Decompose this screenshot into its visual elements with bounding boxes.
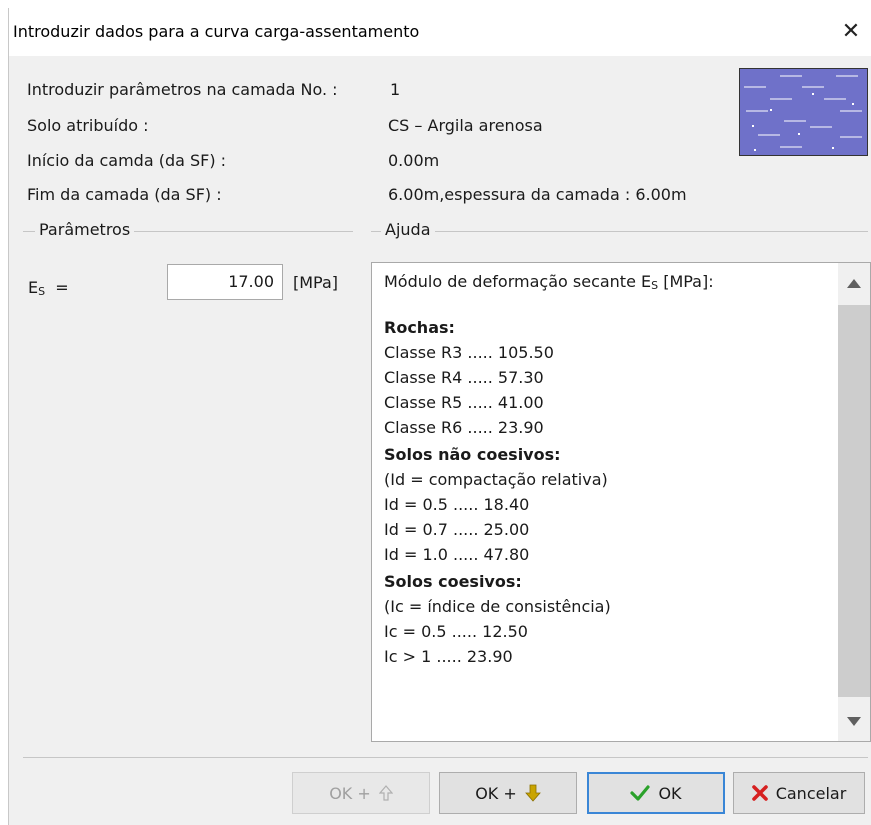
es-input[interactable]: 17.00	[167, 264, 283, 300]
scroll-up-arrow-icon[interactable]	[838, 265, 870, 301]
arrow-down-icon	[524, 784, 541, 802]
es-label: ES =	[28, 278, 69, 298]
help-group-line	[371, 231, 868, 232]
cancel-x-icon	[751, 785, 768, 801]
params-group-title: Parâmetros	[35, 220, 135, 239]
ok-button[interactable]: OK	[587, 772, 725, 814]
checkmark-icon	[630, 785, 651, 801]
help-coes-title: Solos coesivos:	[384, 572, 522, 591]
ok-plus-up-label: OK +	[329, 783, 371, 803]
help-rochas-item: Classe R3 ..... 105.50	[384, 343, 554, 362]
help-coes-item: Ic = 0.5 ..... 12.50	[384, 622, 528, 641]
soil-value: CS – Argila arenosa	[388, 116, 543, 135]
cancel-label: Cancelar	[775, 783, 847, 803]
arrow-up-icon	[378, 785, 393, 801]
help-coes-note: (Ic = índice de consistência)	[384, 597, 611, 616]
help-ncoes-item: Id = 0.7 ..... 25.00	[384, 520, 530, 539]
help-rochas-item: Classe R6 ..... 23.90	[384, 418, 544, 437]
ok-plus-down-button[interactable]: OK +	[439, 772, 577, 814]
cancel-button[interactable]: Cancelar	[733, 772, 865, 814]
help-content: Módulo de deformação secante ES [MPa]: R…	[384, 269, 824, 669]
help-ncoes-item: Id = 1.0 ..... 47.80	[384, 545, 530, 564]
start-label: Início da camda (da SF) :	[27, 151, 227, 170]
help-ncoes-item: Id = 0.5 ..... 18.40	[384, 495, 530, 514]
help-textbox[interactable]: Módulo de deformação secante ES [MPa]: R…	[371, 262, 871, 742]
ok-plus-down-label: OK +	[475, 783, 517, 803]
scroll-thumb[interactable]	[838, 305, 870, 697]
help-rochas-item: Classe R5 ..... 41.00	[384, 393, 544, 412]
help-coes-item: Ic > 1 ..... 23.90	[384, 647, 513, 666]
title-bar: Introduzir dados para a curva carga-asse…	[9, 8, 871, 56]
close-icon[interactable]: ✕	[834, 14, 868, 48]
soil-label: Solo atribuído :	[27, 116, 149, 135]
es-unit: [MPa]	[293, 273, 339, 292]
help-scrollbar[interactable]	[838, 263, 870, 741]
ok-plus-up-button[interactable]: OK +	[292, 772, 430, 814]
layer-label: Introduzir parâmetros na camada No. :	[27, 80, 338, 99]
help-ncoes-note: (Id = compactação relativa)	[384, 470, 608, 489]
help-group-title: Ajuda	[381, 220, 435, 239]
footer-divider	[23, 757, 868, 758]
help-rochas-title: Rochas:	[384, 318, 455, 337]
dialog-title: Introduzir dados para a curva carga-asse…	[13, 22, 420, 41]
end-label: Fim da camada (da SF) :	[27, 185, 222, 204]
start-value: 0.00m	[388, 151, 440, 170]
scroll-down-arrow-icon[interactable]	[838, 703, 870, 739]
soil-pattern-image	[739, 68, 868, 156]
help-rochas-item: Classe R4 ..... 57.30	[384, 368, 544, 387]
help-ncoes-title: Solos não coesivos:	[384, 445, 561, 464]
dialog-window: Introduzir dados para a curva carga-asse…	[8, 8, 871, 825]
end-value: 6.00m,espessura da camada : 6.00m	[388, 185, 687, 204]
help-intro: Módulo de deformação secante ES [MPa]:	[384, 272, 714, 292]
layer-value: 1	[390, 80, 401, 99]
ok-label: OK	[658, 783, 682, 803]
